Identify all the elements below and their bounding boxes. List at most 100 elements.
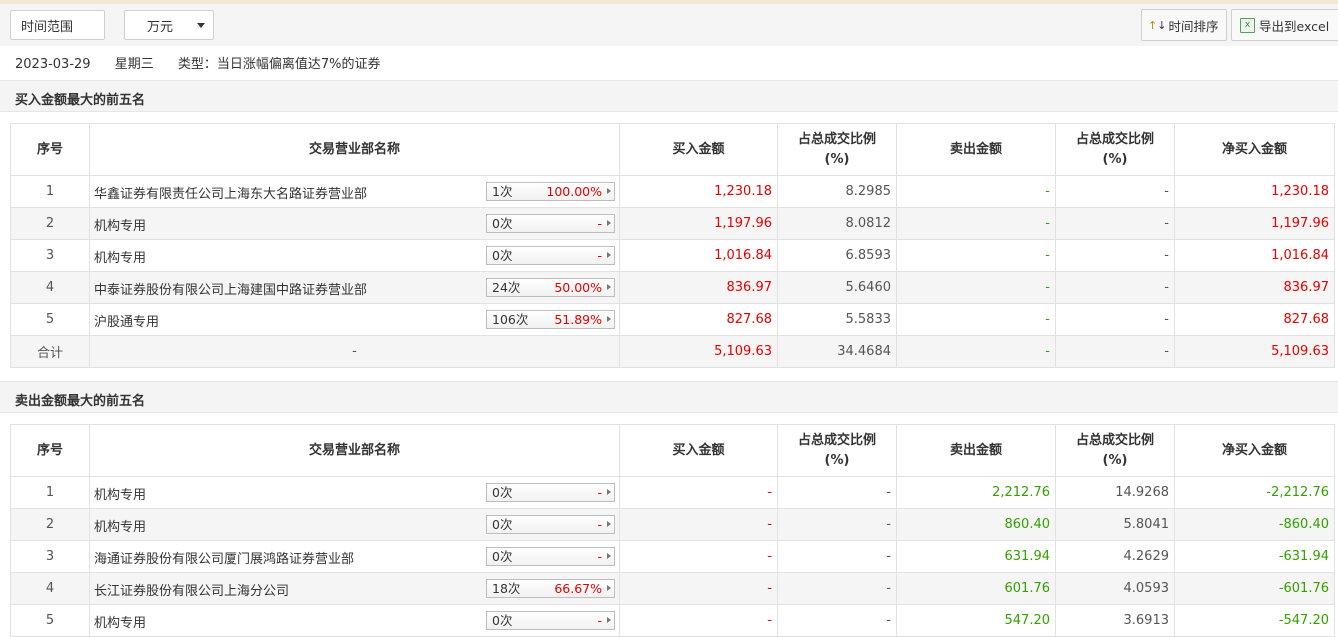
col-header-branch-name: 交易营业部名称 <box>89 123 620 176</box>
branch-name-cell: 机构专用 0次 - <box>89 476 620 509</box>
time-sort-button[interactable]: ↑↓ 时间排序 <box>1141 9 1227 41</box>
chevron-down-icon <box>197 23 205 28</box>
success-rate: - <box>597 613 602 628</box>
total-net-buy: 5,109.63 <box>1174 335 1335 368</box>
sell-section-header: 卖出金额最大的前五名 <box>0 381 1338 413</box>
branch-name-cell: 沪股通专用 106次 51.89% <box>89 303 620 336</box>
branch-name-cell: 中泰证券股份有限公司上海建国中路证券营业部 24次 50.00% <box>89 271 620 304</box>
branch-name[interactable]: 华鑫证券有限责任公司上海东大名路证券营业部 <box>94 183 367 202</box>
listing-count: 106次 <box>492 312 529 327</box>
success-rate: 51.89% <box>554 312 602 327</box>
total-label: 合计 <box>10 335 90 368</box>
branch-history-dropdown[interactable]: 0次 - <box>486 246 615 265</box>
net-buy-amount: 1,230.18 <box>1174 175 1335 208</box>
buy-section-title: 买入金额最大的前五名 <box>15 93 146 108</box>
row-index: 5 <box>10 604 90 637</box>
sell-ratio: - <box>1055 175 1175 208</box>
sell-amount: 2,212.76 <box>896 476 1056 509</box>
total-buy-ratio: 34.4684 <box>777 335 897 368</box>
branch-name[interactable]: 机构专用 <box>94 612 146 631</box>
sell-amount: - <box>896 175 1056 208</box>
table-row: 2 机构专用 0次 -1,197.96 8.0812- -1,197.96 <box>10 207 1335 240</box>
branch-name[interactable]: 机构专用 <box>94 484 146 503</box>
net-buy-amount: 827.68 <box>1174 303 1335 336</box>
chevron-right-icon <box>607 617 611 623</box>
sell-amount: 547.20 <box>896 604 1056 637</box>
net-buy-amount: -601.76 <box>1174 572 1335 605</box>
sell-ratio: 4.2629 <box>1055 540 1175 573</box>
listing-count: 18次 <box>492 581 521 596</box>
branch-history-dropdown[interactable]: 1次 100.00% <box>486 182 615 201</box>
branch-name-cell: 机构专用 0次 - <box>89 239 620 272</box>
branch-name[interactable]: 机构专用 <box>94 247 146 266</box>
col-header-buy-amount: 买入金额 <box>619 123 778 176</box>
row-index: 4 <box>10 572 90 605</box>
sell-amount: - <box>896 207 1056 240</box>
listing-count: 0次 <box>492 517 513 532</box>
net-buy-amount: -547.20 <box>1174 604 1335 637</box>
branch-history-dropdown[interactable]: 18次 66.67% <box>486 579 615 598</box>
branch-history-dropdown[interactable]: 0次 - <box>486 515 615 534</box>
sell-amount: 631.94 <box>896 540 1056 573</box>
table-row: 5 沪股通专用 106次 51.89% 827.68 5.5833- -827.68 <box>10 303 1335 336</box>
buy-amount: - <box>619 508 778 541</box>
branch-history-dropdown[interactable]: 24次 50.00% <box>486 278 615 297</box>
time-range-button[interactable]: 时间范围 <box>10 10 105 40</box>
col-header-net-buy: 净买入金额 <box>1174 123 1335 176</box>
sell-top5-table: 序号 交易营业部名称 买入金额 占总成交比例 (%) 卖出金额 占总成交比例 (%) 净买入金额… <box>10 424 1335 637</box>
col-header-sell-ratio: 占总成交比例 (%) <box>1055 123 1175 176</box>
listing-count: 24次 <box>492 280 521 295</box>
buy-ratio: - <box>777 508 897 541</box>
time-sort-label: 时间排序 <box>1168 18 1219 34</box>
buy-ratio: - <box>777 572 897 605</box>
chevron-right-icon <box>607 316 611 322</box>
sell-ratio: 4.0593 <box>1055 572 1175 605</box>
chevron-right-icon <box>607 489 611 495</box>
buy-ratio: - <box>777 540 897 573</box>
buy-amount: 1,230.18 <box>619 175 778 208</box>
col-header-index: 序号 <box>10 424 90 477</box>
chevron-right-icon <box>607 553 611 559</box>
chevron-right-icon <box>607 220 611 226</box>
buy-ratio: 5.6460 <box>777 271 897 304</box>
chevron-right-icon <box>607 252 611 258</box>
buy-amount: 836.97 <box>619 271 778 304</box>
net-buy-amount: -860.40 <box>1174 508 1335 541</box>
buy-ratio: - <box>777 476 897 509</box>
sort-arrows-icon: ↑↓ <box>1148 18 1167 32</box>
trade-weekday: 星期三 <box>114 57 154 72</box>
branch-name[interactable]: 沪股通专用 <box>94 311 159 330</box>
branch-history-dropdown[interactable]: 0次 - <box>486 611 615 630</box>
row-index: 1 <box>10 175 90 208</box>
branch-name-cell: 机构专用 0次 - <box>89 604 620 637</box>
branch-name[interactable]: 机构专用 <box>94 215 146 234</box>
export-excel-button[interactable]: x 导出到excel <box>1231 9 1338 41</box>
col-header-buy-ratio: 占总成交比例 (%) <box>777 424 897 477</box>
sell-amount: 601.76 <box>896 572 1056 605</box>
success-rate: - <box>597 517 602 532</box>
branch-name[interactable]: 海通证券股份有限公司厦门展鸿路证券营业部 <box>94 548 354 567</box>
branch-history-dropdown[interactable]: 0次 - <box>486 483 615 502</box>
buy-ratio: 6.8593 <box>777 239 897 272</box>
branch-name[interactable]: 长江证券股份有限公司上海分公司 <box>94 580 289 599</box>
success-rate: - <box>597 216 602 231</box>
listing-count: 0次 <box>492 549 513 564</box>
col-header-sell-amount: 卖出金额 <box>896 424 1056 477</box>
branch-history-dropdown[interactable]: 0次 - <box>486 214 615 233</box>
sell-ratio: - <box>1055 239 1175 272</box>
buy-ratio: 8.0812 <box>777 207 897 240</box>
branch-history-dropdown[interactable]: 106次 51.89% <box>486 310 615 329</box>
branch-history-dropdown[interactable]: 0次 - <box>486 547 615 566</box>
sell-amount: - <box>896 303 1056 336</box>
branch-name[interactable]: 机构专用 <box>94 516 146 535</box>
table-row: 3 海通证券股份有限公司厦门展鸿路证券营业部 0次 - - -631.94 4.2629 -6… <box>10 540 1335 573</box>
unit-select[interactable]: 万元 <box>124 10 214 40</box>
sell-ratio: - <box>1055 271 1175 304</box>
buy-amount: 1,197.96 <box>619 207 778 240</box>
table-row: 4 长江证券股份有限公司上海分公司 18次 66.67% - -601.76 4.0593-… <box>10 572 1335 605</box>
trade-info-line: 2023-03-29 星期三 类型：当日涨幅偏离值达7%的证券 <box>15 53 400 72</box>
buy-amount: - <box>619 540 778 573</box>
branch-name[interactable]: 中泰证券股份有限公司上海建国中路证券营业部 <box>94 279 367 298</box>
sell-amount: - <box>896 271 1056 304</box>
row-index: 2 <box>10 508 90 541</box>
